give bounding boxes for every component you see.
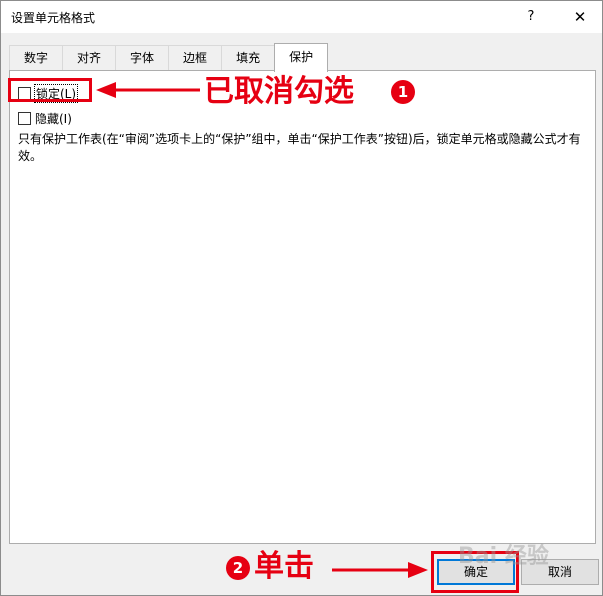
tab-font[interactable]: 字体 xyxy=(115,45,170,71)
watermark: Bai 经验 xyxy=(458,544,549,569)
step2-badge: 2 xyxy=(226,556,250,580)
locked-label[interactable]: 锁定(L) xyxy=(33,83,79,103)
title-bar: 设置单元格格式 ? ✕ xyxy=(1,1,602,33)
dialog-title: 设置单元格格式 xyxy=(11,11,96,25)
tab-number[interactable]: 数字 xyxy=(9,45,64,71)
hidden-option[interactable]: 隐藏(I) xyxy=(18,109,72,127)
help-button[interactable]: ? xyxy=(517,4,545,30)
tab-border[interactable]: 边框 xyxy=(168,45,223,71)
close-button[interactable]: ✕ xyxy=(565,4,595,30)
step2-caption: 单击 xyxy=(254,549,314,584)
step1-badge: 1 xyxy=(391,80,415,104)
step1-caption: 已取消勾选 xyxy=(204,74,354,109)
tab-strip: 数字 对齐 字体 边框 填充 保护 xyxy=(9,43,329,72)
locked-option[interactable]: 锁定(L) xyxy=(18,83,79,103)
hidden-label[interactable]: 隐藏(I) xyxy=(35,110,72,127)
step1-arrow-icon xyxy=(96,82,200,98)
hidden-checkbox[interactable] xyxy=(18,111,31,125)
tab-fill[interactable]: 填充 xyxy=(221,45,276,71)
step2-arrow-icon xyxy=(332,562,428,578)
tab-alignment[interactable]: 对齐 xyxy=(62,45,117,71)
locked-checkbox[interactable] xyxy=(18,86,31,100)
protection-panel: 锁定(L) 隐藏(I) 只有保护工作表(在“审阅”选项卡上的“保护”组中，单击“… xyxy=(9,70,596,544)
tab-protection[interactable]: 保护 xyxy=(274,43,329,72)
protection-note: 只有保护工作表(在“审阅”选项卡上的“保护”组中，单击“保护工作表”按钮)后，锁… xyxy=(18,132,581,163)
